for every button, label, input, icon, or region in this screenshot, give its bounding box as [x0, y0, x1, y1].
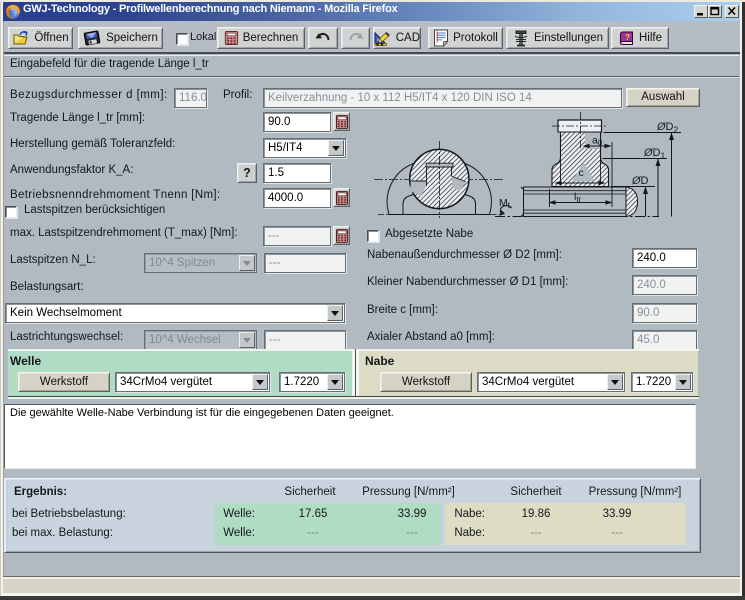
svg-text:c: c [579, 167, 584, 179]
svg-text:D: D [641, 175, 649, 187]
svg-text:D2: D2 [666, 121, 679, 135]
svg-text:?: ? [625, 31, 630, 41]
svg-text:a0: a0 [592, 135, 603, 148]
